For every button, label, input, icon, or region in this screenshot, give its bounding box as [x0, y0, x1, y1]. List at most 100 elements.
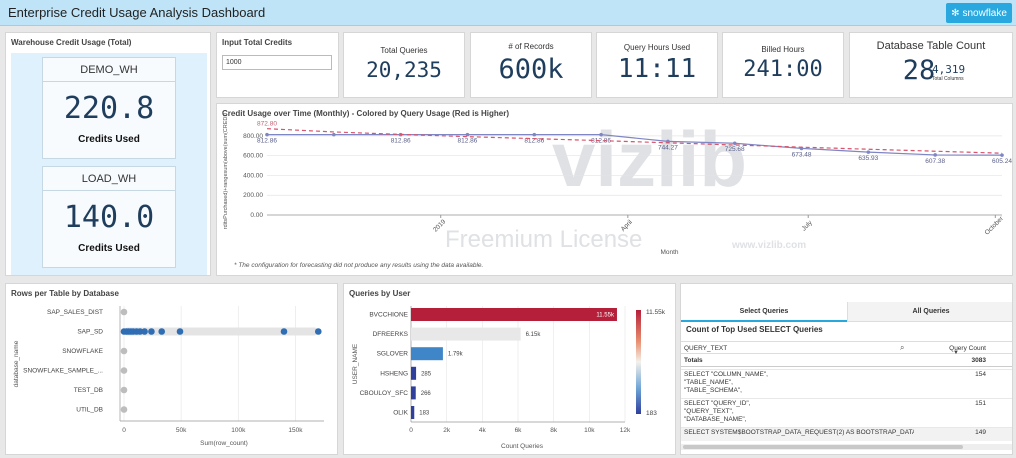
input-credits-panel: Input Total Credits — [216, 32, 339, 98]
table-count-title: Database Table Count — [876, 40, 986, 52]
data-point — [148, 328, 155, 335]
x-tick-label: April — [620, 218, 635, 233]
category-label: SAP_SALES_DIST — [47, 309, 103, 316]
total-credits-input[interactable] — [222, 55, 332, 70]
warehouse-credits-value: 220.8 — [63, 91, 155, 126]
rows-per-table-chart[interactable]: 0 50k 100k 150kSum(row_count)database_nameS… — [6, 284, 337, 454]
x-tick-label: 6k — [515, 427, 523, 434]
queries-by-user-chart[interactable]: 0 2k 4k 6k 8k 10k 12k Count Queries USER_NAME BVC… — [344, 284, 675, 454]
credit-line-series — [267, 134, 1003, 156]
top-queries-panel: Select Queries All Queries Count of Top … — [680, 283, 1013, 455]
x-tick-label: October — [984, 215, 1006, 237]
data-point — [265, 132, 269, 137]
table-row[interactable]: SELECT SYSTEM$BOOTSTRAP_DATA_REQUEST(2) … — [681, 427, 1012, 441]
dashboard-title: Enterprise Credit Usage Analysis Dashboa… — [8, 5, 266, 20]
y-axis-label: USER_NAME — [352, 343, 359, 384]
data-point — [465, 132, 470, 137]
query-count: 154 — [975, 371, 986, 378]
credit-usage-chart-panel: Credit Usage over Time (Monthly) - Color… — [216, 103, 1013, 276]
data-point — [176, 328, 184, 335]
table-row[interactable]: SELECT "QUERY_ID", "QUERY_TEXT", "DATABA… — [681, 398, 1012, 426]
warehouse-name: LOAD_WH — [43, 167, 175, 191]
kpi-total-queries: Total Queries 20,235 — [343, 32, 465, 98]
data-label: 872.80 — [257, 121, 277, 128]
query-text: SELECT "COLUMN_NAME", "TABLE_NAME", "TAB… — [684, 371, 768, 394]
snowflake-logo: ✻ snowflake — [946, 3, 1012, 23]
scrollbar-thumb[interactable] — [683, 445, 963, 449]
table-row[interactable]: SELECT "COLUMN_NAME", "TABLE_NAME", "TAB… — [681, 369, 1012, 397]
top-queries-title: Count of Top Used SELECT Queries — [686, 325, 823, 334]
data-point — [158, 328, 166, 335]
x-axis-label: Sum(row_count) — [200, 440, 248, 447]
data-point — [532, 132, 537, 137]
data-label: 812.86 — [591, 138, 611, 145]
data-label: 812.86 — [391, 138, 411, 145]
kpi-title: Billed Hours — [761, 45, 805, 54]
y-axis-label: database_name — [13, 340, 20, 387]
x-tick-label: 10k — [584, 427, 595, 434]
data-label: 11.55k — [596, 313, 615, 319]
x-tick-label: 50k — [176, 427, 187, 434]
credit-chart-footnote: * The configuration for forecasting did … — [234, 262, 484, 269]
warehouse-card-demo[interactable]: DEMO_WH 220.8 Credits Used — [42, 57, 176, 159]
total-columns-label: Total Columns — [932, 76, 964, 82]
x-axis-label: Count Queries — [501, 443, 544, 450]
category-label: SAP_SD — [77, 329, 103, 336]
title-bar: Enterprise Credit Usage Analysis Dashboa… — [0, 0, 1016, 26]
data-point — [866, 150, 871, 154]
warehouse-credits-label: Credits Used — [78, 134, 140, 145]
category-label: SNOWFLAKE_SAMPLE_... — [23, 368, 103, 375]
tab-select-queries[interactable]: Select Queries — [681, 302, 847, 322]
data-label: 1.79k — [448, 352, 464, 358]
data-label: 812.86 — [458, 138, 478, 145]
data-label: 607.38 — [925, 158, 945, 165]
bar — [411, 308, 617, 321]
data-label: 673.48 — [792, 151, 812, 158]
trend-line-series — [266, 128, 1003, 154]
category-label: BVCCHIONE — [369, 312, 408, 319]
data-point — [141, 328, 148, 335]
data-point — [120, 308, 128, 316]
kpi-value: 241:00 — [743, 57, 823, 82]
warehouse-credit-title: Warehouse Credit Usage (Total) — [11, 38, 132, 47]
kpi-value: 20,235 — [366, 58, 442, 82]
tab-all-queries[interactable]: All Queries — [847, 302, 1012, 322]
category-label: TEST_DB — [74, 387, 103, 394]
search-icon[interactable]: ⌕ — [900, 343, 904, 353]
y-tick-label: 400.00 — [243, 172, 263, 179]
totals-label: Totals — [684, 357, 703, 364]
x-tick-label: 0 — [122, 427, 126, 434]
kpi-value: 600k — [498, 54, 564, 85]
data-label: 635.93 — [858, 155, 878, 162]
kpi-billed-hours: Billed Hours 241:00 — [722, 32, 844, 98]
table-header: QUERY_TEXT ⌕ Query Count ▼ — [681, 341, 1012, 356]
x-tick-label: 4k — [479, 427, 487, 434]
bar — [411, 347, 443, 361]
category-label: DFREERKS — [373, 331, 409, 338]
kpi-value: 11:11 — [617, 54, 697, 84]
query-count: 149 — [975, 429, 986, 436]
data-point — [933, 153, 937, 157]
column-header-query-text[interactable]: QUERY_TEXT — [684, 345, 727, 352]
warehouse-card-load[interactable]: LOAD_WH 140.0 Credits Used — [42, 166, 176, 268]
horizontal-scrollbar[interactable] — [681, 444, 1012, 450]
kpi-title: # of Records — [508, 42, 554, 51]
category-label: HSHENG — [380, 370, 408, 377]
bar — [411, 406, 415, 419]
kpi-title: Query Hours Used — [623, 43, 691, 52]
x-tick-label: 2k — [443, 427, 451, 434]
data-label: 744.27 — [658, 144, 678, 151]
data-point — [120, 406, 128, 413]
x-tick-label: 2019 — [432, 218, 447, 233]
credit-usage-line-chart[interactable]: 0.00200.00400.00600.00800.002019 April Jul… — [217, 104, 1012, 275]
rows-per-table-panel: Rows per Table by Database 0 50k 100k 150k S… — [5, 283, 338, 455]
warehouse-credits-value: 140.0 — [63, 200, 155, 235]
x-tick-label: 0 — [409, 427, 413, 434]
y-tick-label: 600.00 — [243, 153, 263, 160]
y-axis-label: rditsPurchased)+rangesum(above(sum(CREDI… — [223, 111, 229, 229]
data-label: 183 — [419, 411, 430, 417]
bar — [411, 327, 521, 341]
data-point — [120, 367, 128, 374]
category-label: UTIL_DB — [76, 407, 103, 414]
query-text: SELECT SYSTEM$BOOTSTRAP_DATA_REQUEST(2) … — [684, 429, 914, 436]
